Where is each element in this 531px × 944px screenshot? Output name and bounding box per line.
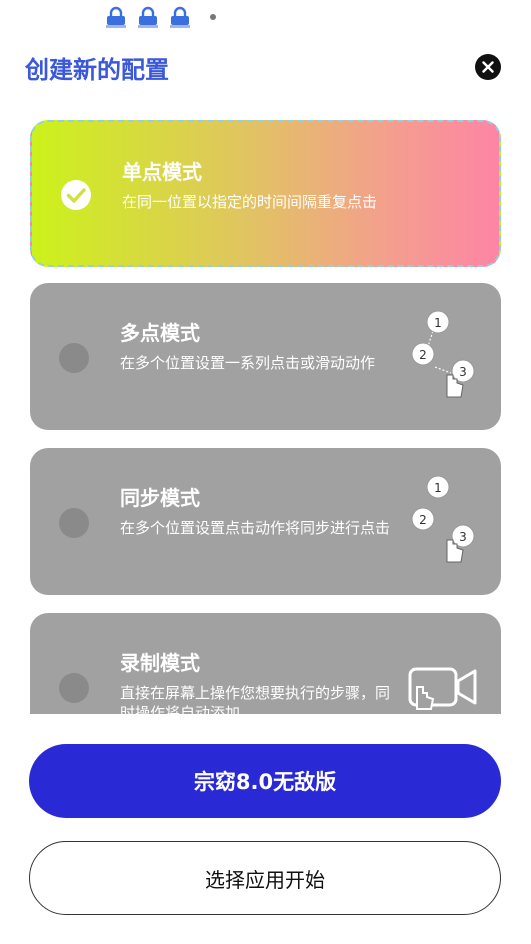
close-button[interactable] — [475, 54, 501, 80]
record-icon — [408, 667, 477, 710]
mode-radio[interactable] — [59, 508, 89, 538]
mode-description: 直接在屏幕上操作您想要执行的步骤，同时操作将自动添加 — [120, 684, 391, 714]
mode-title: 单点模式 — [122, 160, 202, 184]
multi-tap-icon: 1 2 3 — [411, 310, 475, 398]
mode-description: 在同一位置以指定的时间间隔重复点击 — [122, 193, 378, 211]
lock-icon — [138, 6, 158, 28]
page-title: 创建新的配置 — [25, 56, 169, 84]
step-label: 1 — [434, 316, 442, 330]
mode-list[interactable]: 单点模式 在同一位置以指定的时间间隔重复点击 多点模式 在多个位置设置一系列点击… — [0, 110, 531, 714]
mode-radio-selected[interactable] — [59, 178, 91, 210]
primary-action-button[interactable]: 宗窈8.0无敌版 — [29, 744, 501, 818]
check-icon — [61, 180, 91, 210]
step-label: 1 — [434, 481, 442, 495]
mode-description: 在多个位置设置一系列点击或滑动动作 — [120, 354, 376, 372]
lock-icon — [106, 6, 126, 28]
create-config-screen: 创建新的配置 单点模式 在同一位置以指定的时间间隔重复点击 多点模式 在多个位置… — [0, 0, 531, 944]
mode-title: 多点模式 — [120, 321, 200, 345]
close-icon — [482, 61, 494, 73]
step-label: 3 — [459, 365, 467, 379]
mode-radio[interactable] — [59, 343, 89, 373]
mode-title: 同步模式 — [120, 486, 200, 510]
lock-icon — [170, 6, 190, 28]
status-dot — [210, 14, 216, 20]
step-label: 2 — [419, 348, 427, 362]
mode-card-multi-tap[interactable]: 多点模式 在多个位置设置一系列点击或滑动动作 1 2 3 — [30, 283, 501, 430]
mode-title: 录制模式 — [120, 651, 200, 675]
mode-radio[interactable] — [59, 673, 89, 703]
mode-description: 在多个位置设置点击动作将同步进行点击 — [120, 519, 391, 537]
mode-card-record[interactable]: 录制模式 直接在屏幕上操作您想要执行的步骤，同时操作将自动添加 — [30, 613, 501, 714]
mode-card-single-tap[interactable]: 单点模式 在同一位置以指定的时间间隔重复点击 — [30, 120, 501, 267]
mode-card-sync-tap[interactable]: 同步模式 在多个位置设置点击动作将同步进行点击 1 2 3 — [30, 448, 501, 595]
select-app-start-button[interactable]: 选择应用开始 — [29, 841, 501, 915]
step-label: 3 — [459, 530, 467, 544]
step-label: 2 — [419, 513, 427, 527]
status-bar — [0, 0, 531, 34]
sync-tap-icon: 1 2 3 — [411, 475, 475, 563]
